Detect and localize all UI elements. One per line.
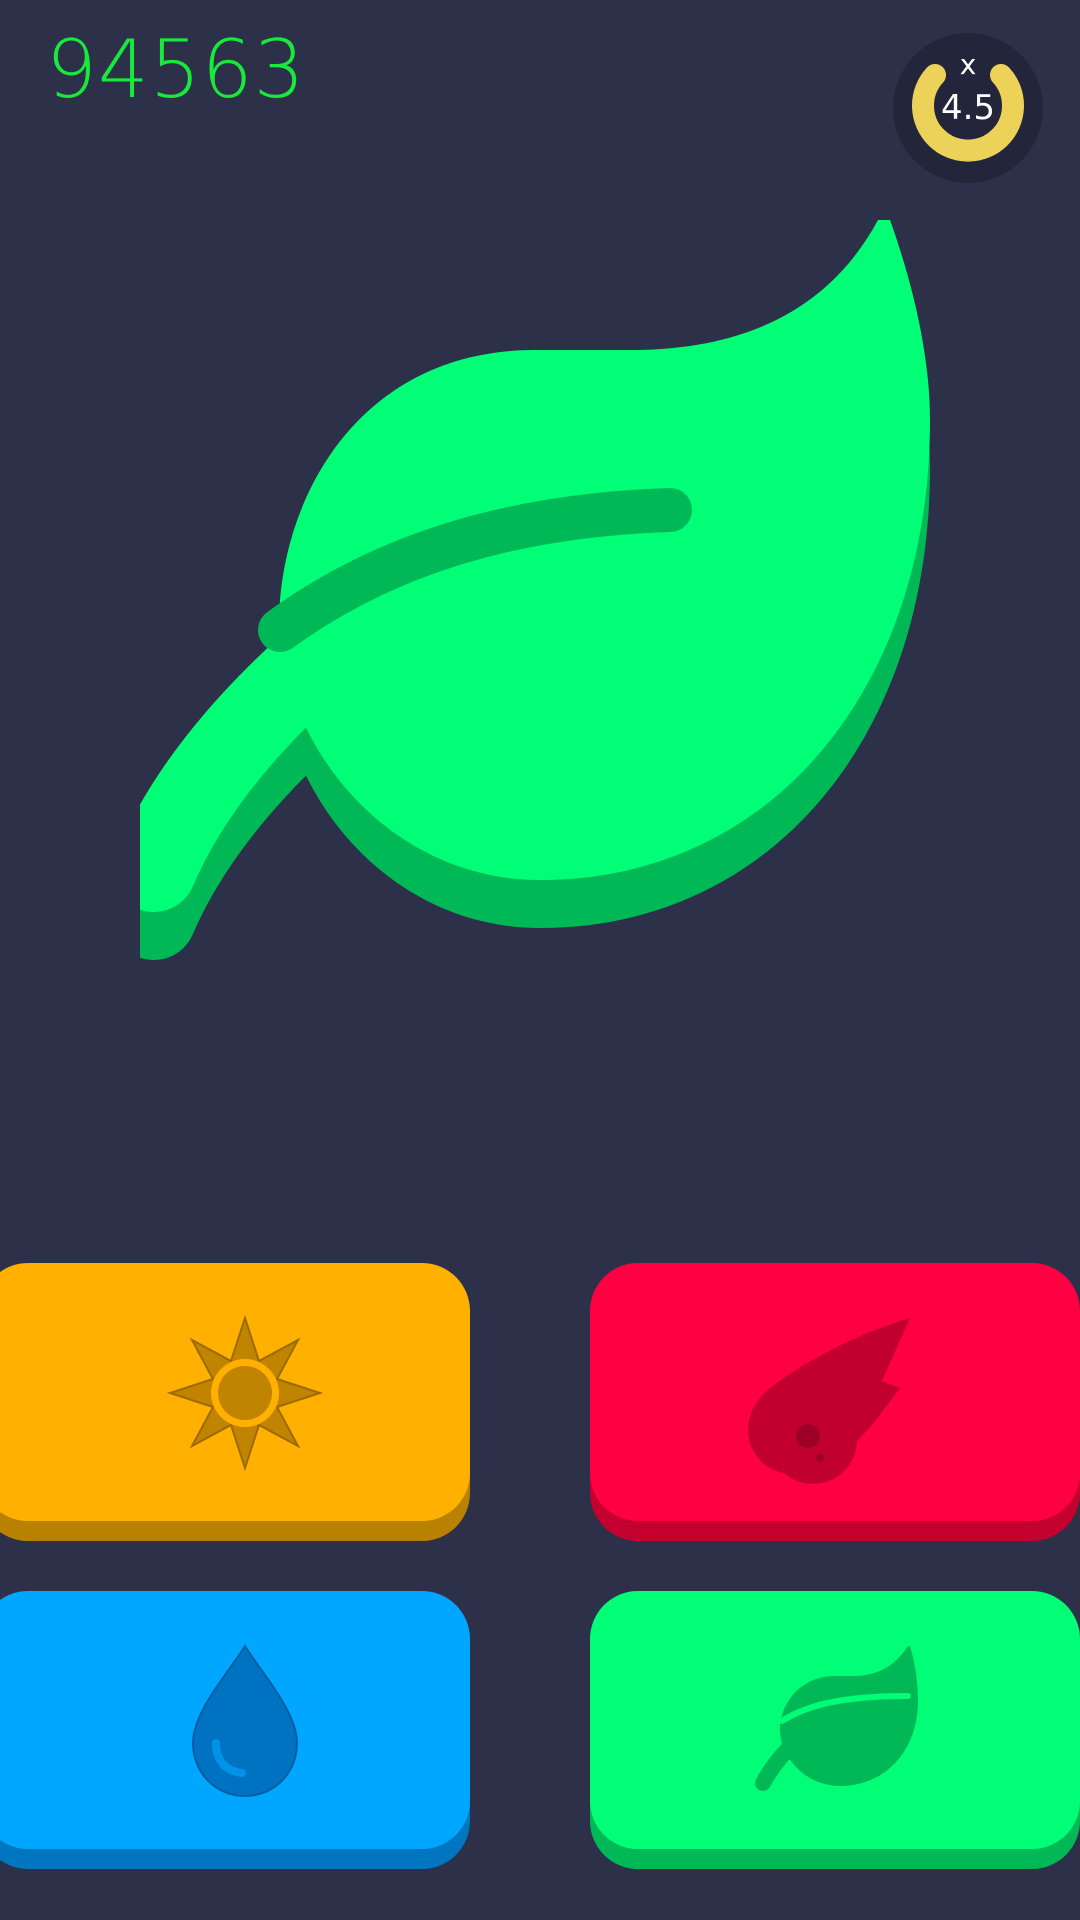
- sun-button[interactable]: [0, 1263, 470, 1541]
- multiplier-badge: x 4.5: [893, 33, 1043, 183]
- multiplier-value: 4.5: [940, 88, 996, 128]
- game-screen: 94563 x 4.5: [0, 0, 1080, 1920]
- score-counter: 94563: [46, 23, 306, 116]
- leaf-icon: [755, 1646, 918, 1791]
- leaf-button[interactable]: [590, 1591, 1080, 1869]
- sun-icon: [166, 1314, 324, 1472]
- multiplier-prefix: x: [959, 48, 977, 81]
- target-leaf-icon: [112, 210, 940, 994]
- fire-icon: [748, 1318, 910, 1484]
- water-button[interactable]: [0, 1591, 470, 1869]
- water-drop-icon: [191, 1644, 299, 1798]
- fire-button[interactable]: [590, 1263, 1080, 1541]
